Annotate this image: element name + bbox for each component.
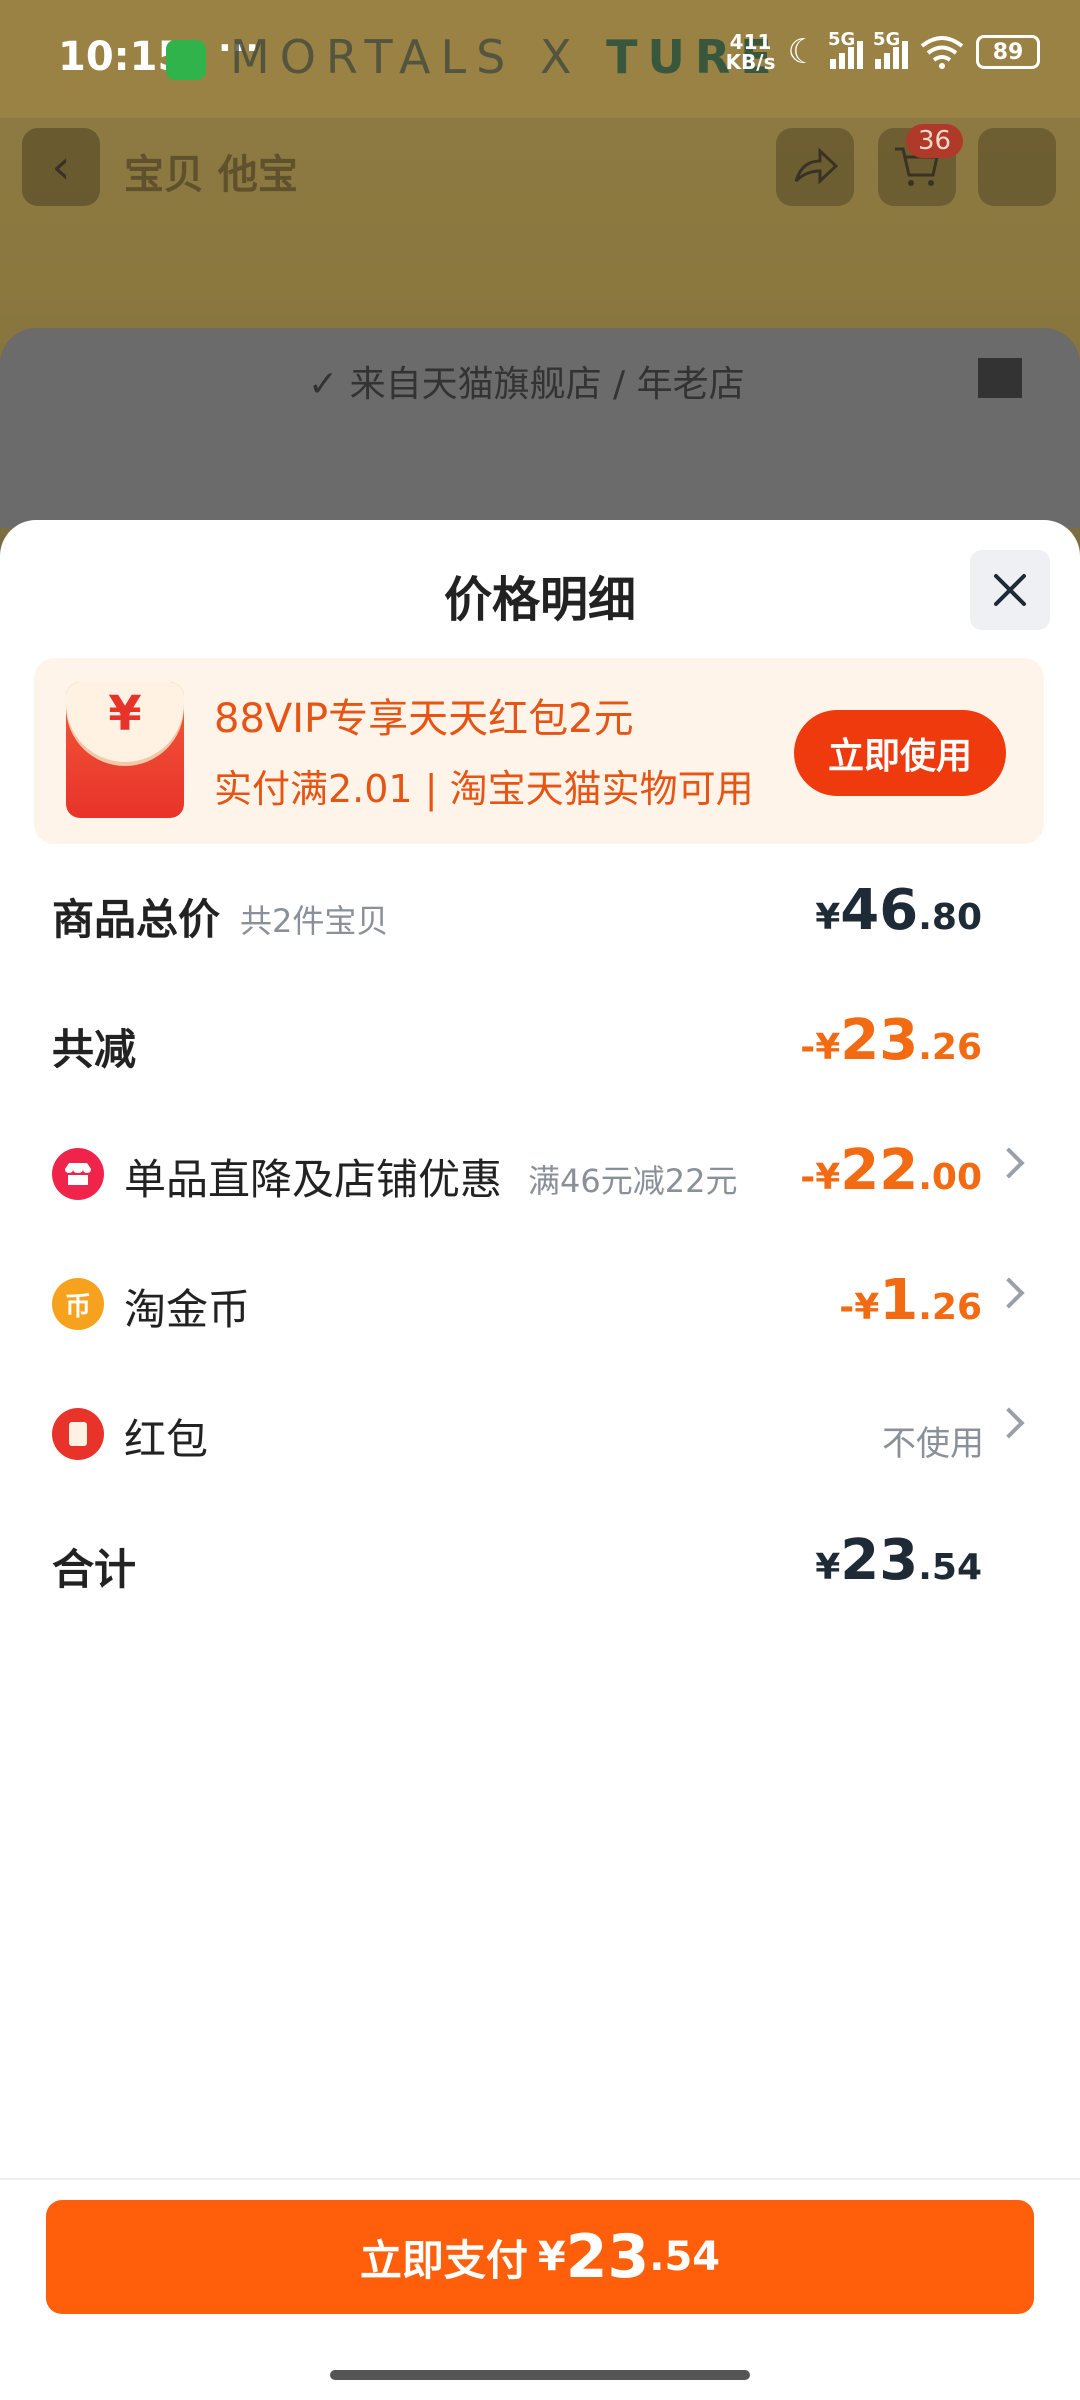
brand-overlay: MORTALS X TURE xyxy=(230,30,782,84)
row-sum: 合计 ¥23.54 xyxy=(0,1518,1080,1598)
signal-icon-2: 5G xyxy=(873,29,908,69)
promo-title: 88VIP专享天天红包2元 xyxy=(214,696,634,742)
total-goods-amount: ¥46.80 xyxy=(815,878,982,943)
chevron-right-icon xyxy=(993,1147,1025,1179)
bottom-divider xyxy=(0,2178,1080,2180)
price-detail-sheet: 价格明细 ¥ 88VIP专享天天红包2元 实付满2.01 | 淘宝天猫实物可用 … xyxy=(0,520,1080,2400)
tao-coin-amount: -¥1.26 xyxy=(839,1268,982,1333)
nav-title: 宝贝 他宝 xyxy=(124,152,298,198)
vip-red-packet-banner: ¥ 88VIP专享天天红包2元 实付满2.01 | 淘宝天猫实物可用 立即使用 xyxy=(34,658,1044,844)
cart-badge: 36 xyxy=(906,124,964,158)
status-icons: 411 KB/s ☾ 5G 5G 89 xyxy=(725,29,1040,74)
chevron-right-icon xyxy=(993,1407,1025,1439)
total-reduce-label: 共减 xyxy=(52,1025,137,1074)
row-total-goods: 商品总价 共2件宝贝 ¥46.80 xyxy=(0,868,1080,948)
total-goods-label: 商品总价 xyxy=(52,895,221,944)
item-count: 共2件宝贝 xyxy=(240,902,389,940)
close-button[interactable] xyxy=(970,550,1050,630)
row-red-packet[interactable]: 红包 不使用 xyxy=(0,1388,1080,1468)
store-label: ✓ 来自天猫旗舰店 / 年老店 xyxy=(308,364,745,405)
store-menu-icon xyxy=(978,358,1022,398)
network-speed: 411 KB/s xyxy=(725,30,776,74)
sheet-title: 价格明细 xyxy=(443,572,636,628)
promo-condition: 实付满2.01 | 淘宝天猫实物可用 xyxy=(214,767,754,811)
red-packet-status: 不使用 xyxy=(882,1424,984,1464)
red-packet-label: 红包 xyxy=(124,1415,209,1464)
shop-discount-amount: -¥22.00 xyxy=(800,1138,982,1203)
home-indicator[interactable] xyxy=(330,2370,750,2380)
red-packet-icon xyxy=(52,1408,104,1460)
shop-icon xyxy=(52,1148,104,1200)
status-bar: 10:15 ··· MORTALS X TURE 411 KB/s ☾ 5G 5… xyxy=(0,0,1080,118)
row-tao-coin[interactable]: 币 淘金币 -¥1.26 xyxy=(0,1258,1080,1338)
share-icon[interactable] xyxy=(776,128,854,206)
shop-discount-label: 单品直降及店铺优惠 xyxy=(124,1155,503,1204)
chevron-right-icon xyxy=(993,1277,1025,1309)
wifi-icon xyxy=(920,36,964,69)
coin-icon: 币 xyxy=(52,1278,104,1330)
back-button[interactable]: ‹ xyxy=(22,128,100,206)
use-now-button[interactable]: 立即使用 xyxy=(794,710,1006,796)
row-total-reduce: 共减 -¥23.26 xyxy=(0,998,1080,1078)
pay-now-button[interactable]: 立即支付 ¥23.54 xyxy=(46,2200,1034,2314)
shop-discount-rule: 满46元减22元 xyxy=(528,1162,738,1200)
signal-icon: 5G xyxy=(828,29,863,69)
battery-indicator: 89 xyxy=(976,35,1040,69)
sum-amount: ¥23.54 xyxy=(815,1528,982,1593)
more-icon[interactable] xyxy=(978,128,1056,206)
total-reduce-amount: -¥23.26 xyxy=(800,1008,982,1073)
tao-coin-label: 淘金币 xyxy=(124,1285,251,1334)
wechat-icon xyxy=(166,40,206,80)
row-shop-discount[interactable]: 单品直降及店铺优惠 满46元减22元 -¥22.00 xyxy=(0,1128,1080,1208)
close-icon xyxy=(994,574,1026,606)
sum-label: 合计 xyxy=(52,1545,137,1594)
moon-icon: ☾ xyxy=(787,32,818,72)
red-envelope-icon: ¥ xyxy=(66,682,184,818)
